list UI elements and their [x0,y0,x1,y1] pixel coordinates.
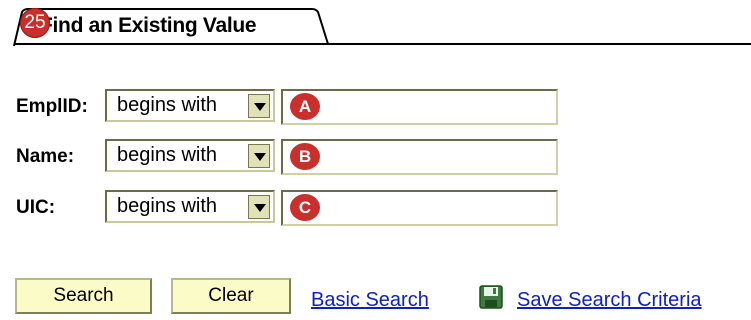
name-label: Name: [16,146,75,167]
field-row-name: Name: begins with B [0,139,751,175]
step-badge: 25 [20,8,50,38]
uic-label: UIC: [16,197,56,218]
marker-a: A [290,93,320,120]
save-search-criteria-link[interactable]: Save Search Criteria [517,289,702,312]
page-title: Find an Existing Value [40,14,257,37]
name-input[interactable] [281,139,558,175]
clear-button[interactable]: Clear [171,278,291,314]
floppy-disk-icon[interactable] [478,284,504,310]
name-operator-value: begins with [117,144,218,166]
marker-c: C [290,194,320,221]
emplid-input[interactable] [281,89,558,125]
marker-b: B [290,143,320,170]
emplid-operator-select[interactable]: begins with [105,89,275,122]
uic-operator-value: begins with [117,195,218,217]
uic-input[interactable] [281,190,558,226]
field-row-emplid: EmplID: begins with A [0,89,751,125]
chevron-down-icon[interactable] [248,144,270,168]
emplid-operator-value: begins with [117,94,218,116]
name-operator-select[interactable]: begins with [105,139,275,172]
uic-operator-select[interactable]: begins with [105,190,275,223]
emplid-label: EmplID: [16,96,88,117]
chevron-down-icon[interactable] [248,195,270,219]
search-button[interactable]: Search [15,278,152,314]
field-row-uic: UIC: begins with C [0,190,751,226]
chevron-down-icon[interactable] [248,94,270,118]
basic-search-link[interactable]: Basic Search [311,289,429,312]
tab-underline [14,43,751,45]
